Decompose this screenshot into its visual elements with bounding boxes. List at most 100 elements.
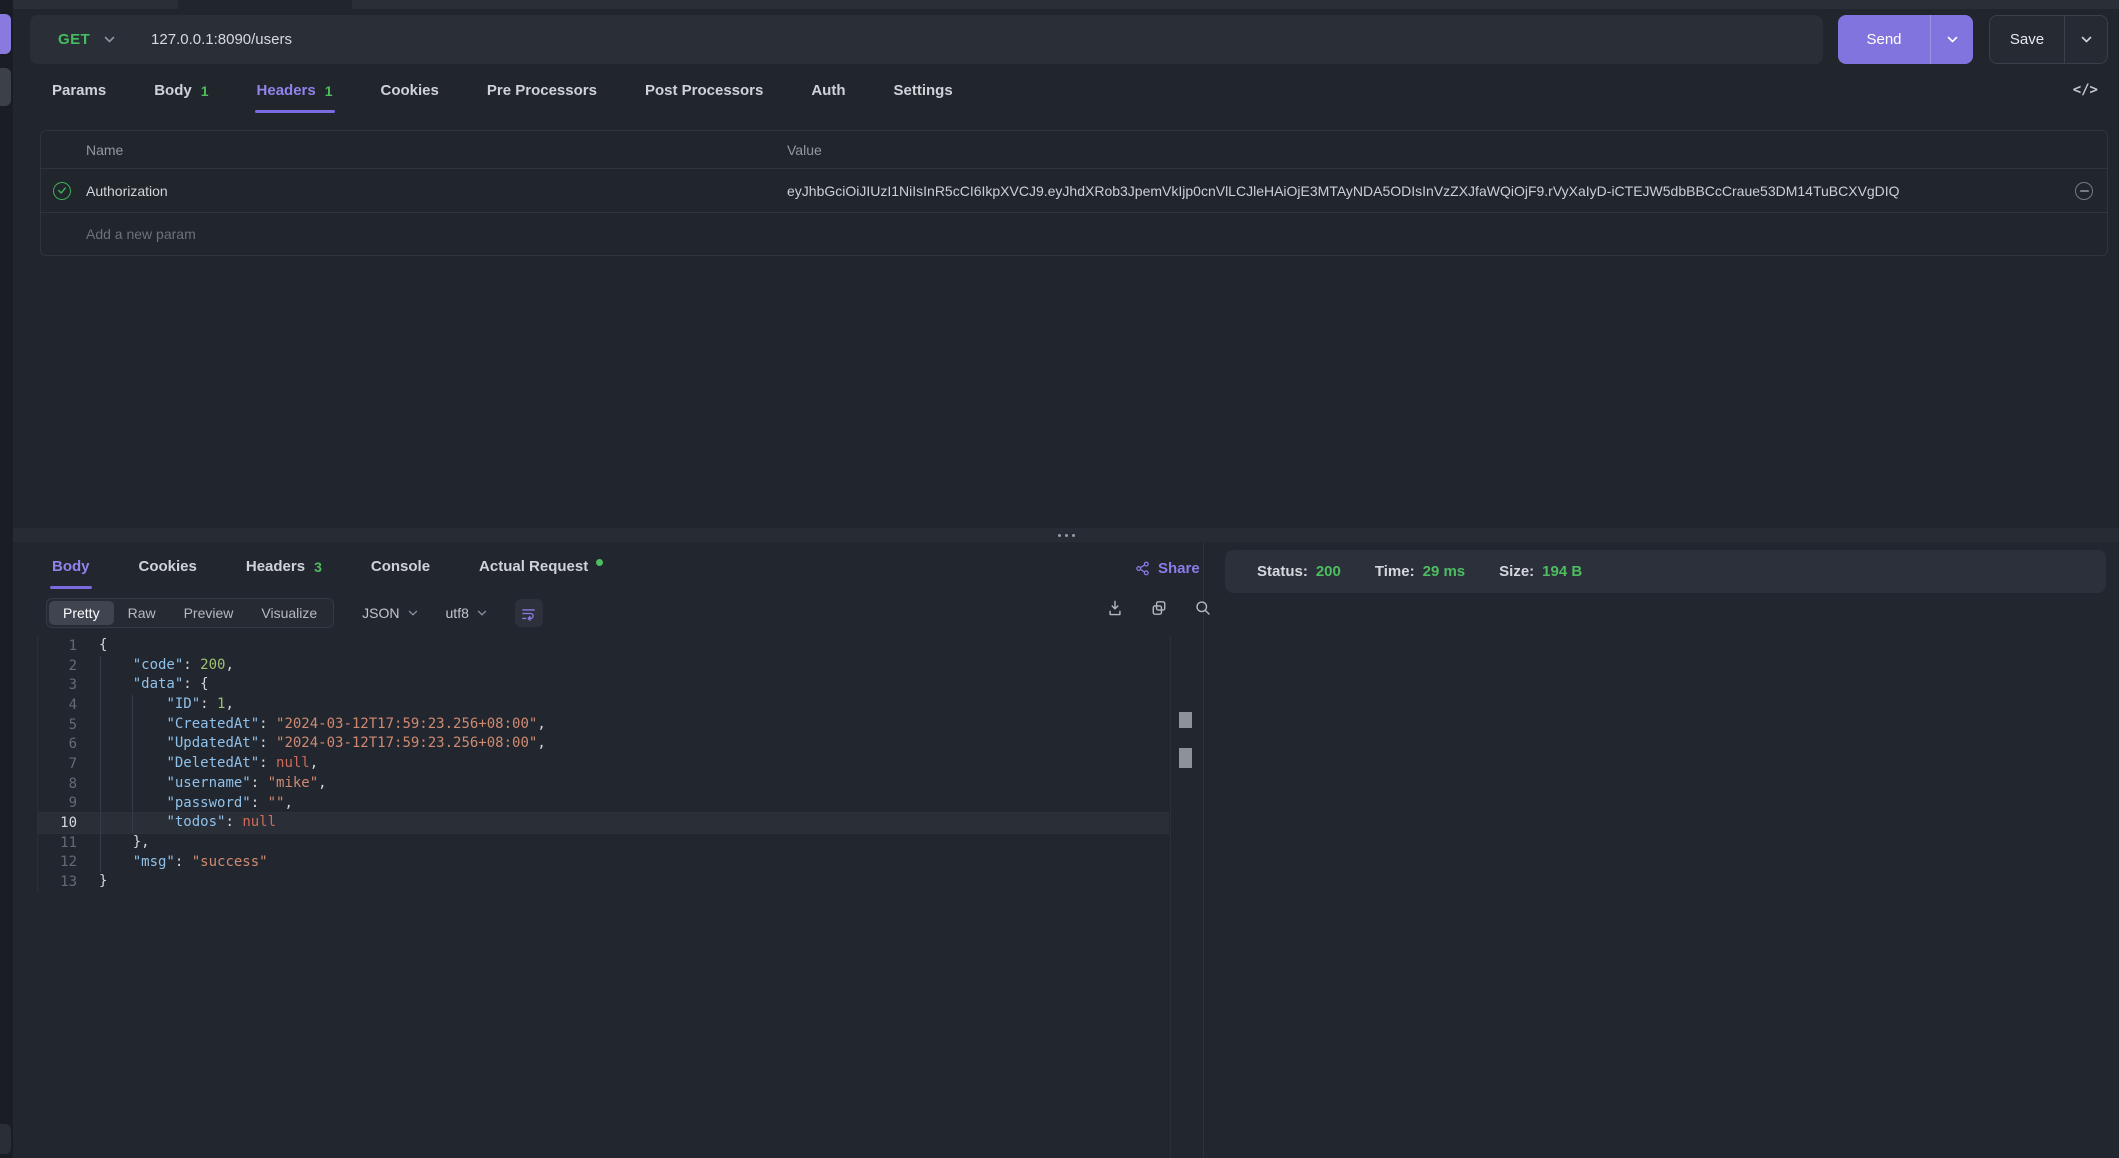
code-text: "CreatedAt": "2024-03-12T17:59:23.256+08… [99, 715, 546, 735]
tab-headers[interactable]: Headers 1 [255, 74, 335, 113]
tab-cookies[interactable]: Cookies [379, 74, 441, 113]
overview-marker[interactable] [1179, 712, 1192, 728]
language-select[interactable]: JSON [362, 605, 417, 621]
word-wrap-icon [520, 605, 537, 622]
save-options-caret[interactable] [2064, 16, 2107, 63]
response-tabs: Body Cookies Headers3 Console Actual Request [50, 550, 605, 589]
indent-guide [100, 656, 101, 873]
code-text: "code": 200, [99, 656, 234, 676]
tab-label: Headers [246, 558, 305, 575]
tab-body[interactable]: Body1 [152, 74, 210, 113]
code-text: }, [99, 833, 150, 853]
status-value: 200 [1316, 563, 1341, 580]
share-label: Share [1158, 560, 1200, 577]
url-bar[interactable]: GET 127.0.0.1:8090/users [30, 15, 1823, 64]
viewer-toolbar: PrettyRawPreviewVisualize JSON utf8 [46, 598, 543, 628]
response-time: Time: 29 ms [1375, 563, 1465, 580]
tab-actual-request[interactable]: Actual Request [477, 550, 605, 589]
code-line: 1{ [38, 636, 1169, 656]
tab-label: Cookies [139, 558, 197, 575]
tab-console[interactable]: Console [369, 550, 432, 589]
tab-label: Params [52, 82, 106, 99]
headers-table-head: Name Value [41, 131, 2107, 169]
table-row: Authorization eyJhbGciOiJIUzI1NiIsInR5cC… [41, 169, 2107, 213]
send-button[interactable]: Send [1838, 15, 1973, 64]
tab-headers[interactable]: Headers3 [244, 550, 324, 589]
share-icon [1135, 561, 1150, 576]
tab-badge: 1 [325, 83, 333, 99]
search-response-icon[interactable] [1194, 599, 1212, 617]
remove-row-icon[interactable] [2075, 182, 2093, 200]
tab-label: Headers [257, 82, 316, 99]
code-line: 3 "data": { [38, 675, 1169, 695]
tab-label: Settings [894, 82, 953, 99]
tab-label: Console [371, 558, 430, 575]
header-value-cell[interactable]: eyJhbGciOiJIUzI1NiIsInR5cCI6IkpXVCJ9.eyJ… [787, 183, 2049, 199]
code-line: 6 "UpdatedAt": "2024-03-12T17:59:23.256+… [38, 734, 1169, 754]
send-options-caret[interactable] [1930, 15, 1973, 64]
code-line: 5 "CreatedAt": "2024-03-12T17:59:23.256+… [38, 715, 1169, 735]
response-panel: BodyCookiesHeaders3ConsoleActual Request… [13, 542, 2119, 1158]
indent-guide [132, 695, 133, 833]
code-text: "msg": "success" [99, 853, 268, 873]
status-code: Status: 200 [1257, 563, 1341, 580]
mode-raw[interactable]: Raw [114, 601, 170, 625]
response-body-editor[interactable]: 1{2 "code": 200,3 "data": {4 "ID": 1,5 "… [37, 636, 1169, 892]
tab-label: Cookies [381, 82, 439, 99]
left-sidebar-strip [0, 0, 13, 1158]
line-number: 3 [38, 677, 77, 693]
copy-response-icon[interactable] [1150, 599, 1168, 617]
chevron-down-icon[interactable] [104, 36, 115, 44]
line-number: 4 [38, 697, 77, 713]
enabled-check-icon[interactable] [53, 182, 71, 200]
tab-cookies[interactable]: Cookies [137, 550, 199, 589]
share-button[interactable]: Share [1135, 560, 1200, 577]
encoding-select[interactable]: utf8 [446, 605, 487, 621]
sidebar-active-item-pill[interactable] [0, 14, 11, 54]
method-select[interactable]: GET [58, 31, 90, 48]
code-line: 8 "username": "mike", [38, 774, 1169, 794]
overview-marker[interactable] [1179, 748, 1192, 768]
save-button[interactable]: Save [1989, 15, 2108, 64]
line-number: 12 [38, 854, 77, 870]
tab-body[interactable]: Body [50, 550, 92, 589]
headers-table: Name Value Authorization eyJhbGciOiJIUzI… [40, 130, 2108, 256]
tab-params[interactable]: Params [50, 74, 108, 113]
save-button-label[interactable]: Save [1990, 16, 2064, 63]
chevron-down-icon [477, 610, 487, 617]
mode-preview[interactable]: Preview [170, 601, 248, 625]
url-input[interactable]: 127.0.0.1:8090/users [151, 31, 292, 48]
line-number: 13 [38, 874, 77, 890]
column-header-name: Name [86, 142, 123, 158]
code-snippet-icon[interactable]: </> [2073, 82, 2098, 98]
word-wrap-toggle[interactable] [515, 599, 543, 627]
code-line: 10 "todos": null [38, 813, 1169, 833]
line-number: 8 [38, 776, 77, 792]
header-name-cell[interactable]: Authorization [86, 183, 168, 199]
mode-visualize[interactable]: Visualize [247, 601, 331, 625]
response-vertical-divider [1203, 542, 1204, 1158]
code-line: 9 "password": "", [38, 794, 1169, 814]
size-label: Size: [1499, 563, 1534, 580]
download-response-icon[interactable] [1106, 599, 1124, 617]
time-label: Time: [1375, 563, 1415, 580]
send-button-label[interactable]: Send [1838, 15, 1930, 64]
code-text: "password": "", [99, 794, 293, 814]
mode-pretty[interactable]: Pretty [49, 601, 114, 625]
tab-settings[interactable]: Settings [892, 74, 955, 113]
code-text: { [99, 636, 107, 656]
code-line: 4 "ID": 1, [38, 695, 1169, 715]
add-param-row[interactable]: Add a new param [41, 213, 2107, 255]
panel-resizer-handle[interactable] [13, 528, 2119, 542]
size-value: 194 B [1542, 563, 1582, 580]
sidebar-item-pill[interactable] [0, 68, 11, 106]
active-request-tab-edge [178, 0, 352, 9]
tab-post-processors[interactable]: Post Processors [643, 74, 765, 113]
code-line: 12 "msg": "success" [38, 853, 1169, 873]
tab-auth[interactable]: Auth [809, 74, 847, 113]
tab-label: Post Processors [645, 82, 763, 99]
tab-pre-processors[interactable]: Pre Processors [485, 74, 599, 113]
code-text: "UpdatedAt": "2024-03-12T17:59:23.256+08… [99, 734, 546, 754]
sidebar-bottom-pill[interactable] [0, 1124, 11, 1154]
tab-label: Body [52, 558, 90, 575]
